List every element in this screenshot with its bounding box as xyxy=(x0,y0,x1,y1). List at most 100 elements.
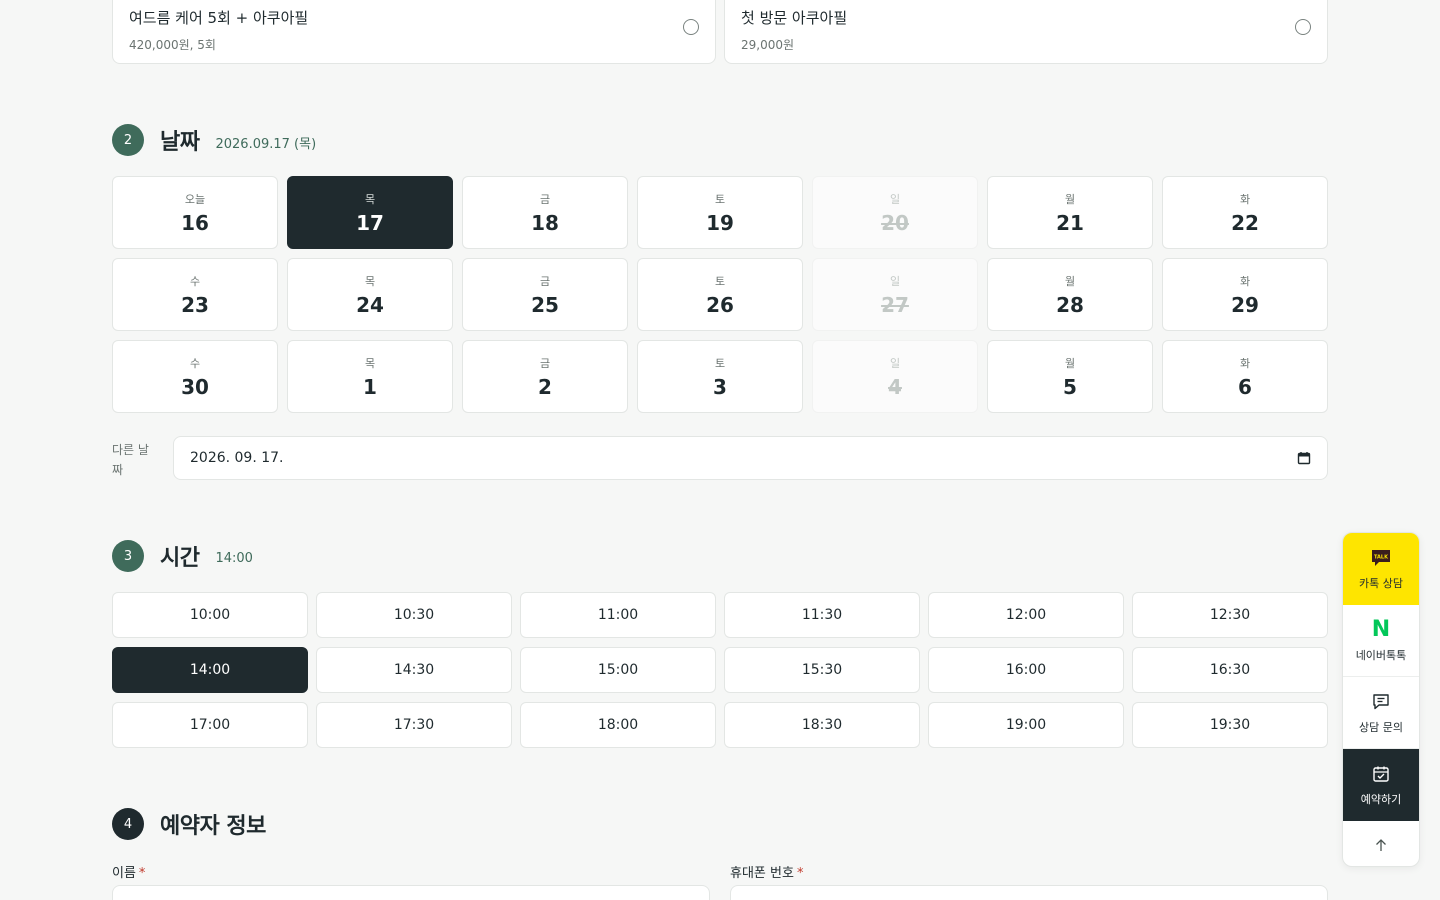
step-number: 4 xyxy=(112,808,144,840)
product-radio[interactable] xyxy=(683,19,699,35)
step-number: 3 xyxy=(112,540,144,572)
kakao-chat-button[interactable]: TALK 카톡 상담 xyxy=(1343,533,1419,605)
arrow-up-icon xyxy=(1370,834,1392,856)
date-cell[interactable]: 토 26 xyxy=(637,258,803,331)
date-cell: 일 20 xyxy=(812,176,978,249)
kakao-talk-icon: TALK xyxy=(1370,547,1392,569)
time-slot[interactable]: 18:00 xyxy=(520,702,716,748)
date-day-number: 6 xyxy=(1238,374,1252,399)
time-slot[interactable]: 15:30 xyxy=(724,647,920,693)
date-weekday: 토 xyxy=(714,192,726,206)
section-title: 예약자 정보 xyxy=(160,814,266,839)
time-slot[interactable]: 14:00 xyxy=(112,647,308,693)
inquiry-label: 상담 문의 xyxy=(1359,720,1403,734)
date-weekday: 목 xyxy=(364,192,376,206)
date-cell: 일4 xyxy=(812,340,978,413)
time-slot[interactable]: 12:00 xyxy=(928,592,1124,638)
date-day-number: 2 xyxy=(538,374,552,399)
scroll-top-button[interactable] xyxy=(1343,821,1419,866)
time-slot[interactable]: 18:30 xyxy=(724,702,920,748)
step-number: 2 xyxy=(112,124,144,156)
date-day-number: 30 xyxy=(181,374,209,399)
time-slot[interactable]: 10:30 xyxy=(316,592,512,638)
date-weekday: 월 xyxy=(1064,192,1076,206)
name-field-label: 이름 * xyxy=(112,862,145,881)
time-slot[interactable]: 19:30 xyxy=(1132,702,1328,748)
product-card-first-visit[interactable]: 첫 방문 아쿠아필 29,000원 xyxy=(724,0,1328,64)
date-day-number: 18 xyxy=(531,210,559,235)
time-slot[interactable]: 11:00 xyxy=(520,592,716,638)
date-day-number: 25 xyxy=(531,292,559,317)
date-weekday: 금 xyxy=(539,356,551,370)
inquiry-button[interactable]: 상담 문의 xyxy=(1343,677,1419,749)
date-day-number: 3 xyxy=(713,374,727,399)
date-day-number: 27 xyxy=(881,292,909,317)
date-weekday: 수 xyxy=(189,356,201,370)
date-day-number: 1 xyxy=(363,374,377,399)
product-radio[interactable] xyxy=(1295,19,1311,35)
phone-field-label: 휴대폰 번호 * xyxy=(730,862,803,881)
time-slot[interactable]: 12:30 xyxy=(1132,592,1328,638)
date-day-number: 4 xyxy=(888,374,902,399)
time-grid: 10:00 10:30 11:00 11:30 12:00 12:30 14:00 14:30… xyxy=(112,592,1328,748)
required-mark: * xyxy=(138,866,146,881)
date-cell[interactable]: 금2 xyxy=(462,340,628,413)
product-options: 여드름 케어 5회 + 아쿠아필 420,000원, 5회 첫 방문 아쿠아필 … xyxy=(112,0,1328,64)
date-cell[interactable]: 목1 xyxy=(287,340,453,413)
name-input[interactable] xyxy=(112,885,710,900)
date-day-number: 28 xyxy=(1056,292,1084,317)
date-cell[interactable]: 금 25 xyxy=(462,258,628,331)
time-slot[interactable]: 15:00 xyxy=(520,647,716,693)
selected-date-text: 2026.09.17 (목) xyxy=(215,136,317,152)
section-title: 날짜 xyxy=(160,130,200,155)
date-cell[interactable]: 화 29 xyxy=(1162,258,1328,331)
date-grid: 오늘 16 목 17 금 18 토 19 일 20 월 21 화 22 수 23 목 24 금 25 토 26 일 27 월 28… xyxy=(112,176,1328,413)
time-section-header: 3 시간 14:00 xyxy=(112,540,253,572)
date-weekday: 토 xyxy=(714,274,726,288)
date-weekday: 토 xyxy=(714,356,726,370)
date-cell[interactable]: 오늘 16 xyxy=(112,176,278,249)
date-cell[interactable]: 화6 xyxy=(1162,340,1328,413)
date-cell[interactable]: 토3 xyxy=(637,340,803,413)
calendar-icon[interactable] xyxy=(1297,451,1311,465)
phone-input[interactable] xyxy=(730,885,1328,900)
date-weekday: 금 xyxy=(539,274,551,288)
date-day-number: 16 xyxy=(181,210,209,235)
time-slot[interactable]: 16:30 xyxy=(1132,647,1328,693)
reserve-button[interactable]: 예약하기 xyxy=(1343,749,1419,821)
date-day-number: 29 xyxy=(1231,292,1259,317)
date-cell[interactable]: 화 22 xyxy=(1162,176,1328,249)
date-cell[interactable]: 월 28 xyxy=(987,258,1153,331)
time-slot[interactable]: 10:00 xyxy=(112,592,308,638)
date-weekday: 월 xyxy=(1064,356,1076,370)
time-slot[interactable]: 17:00 xyxy=(112,702,308,748)
naver-talk-label: 네이버톡톡 xyxy=(1355,648,1407,662)
time-slot[interactable]: 14:30 xyxy=(316,647,512,693)
date-cell[interactable]: 목 17 xyxy=(287,176,453,249)
date-section-header: 2 날짜 2026.09.17 (목) xyxy=(112,124,316,156)
floating-action-bar: TALK 카톡 상담 N 네이버톡톡 상담 문의 예약하기 xyxy=(1342,532,1420,867)
date-cell[interactable]: 월 21 xyxy=(987,176,1153,249)
kakao-badge-text: TALK xyxy=(1374,555,1389,561)
date-cell[interactable]: 금 18 xyxy=(462,176,628,249)
date-cell[interactable]: 목 24 xyxy=(287,258,453,331)
date-day-number: 19 xyxy=(706,210,734,235)
date-day-number: 21 xyxy=(1056,210,1084,235)
time-slot[interactable]: 17:30 xyxy=(316,702,512,748)
date-input-value: 2026. 09. 17. xyxy=(190,450,284,466)
naver-talk-button[interactable]: N 네이버톡톡 xyxy=(1343,605,1419,677)
time-slot[interactable]: 11:30 xyxy=(724,592,920,638)
time-slot[interactable]: 16:00 xyxy=(928,647,1124,693)
date-cell[interactable]: 월5 xyxy=(987,340,1153,413)
kakao-chat-label: 카톡 상담 xyxy=(1359,577,1403,590)
date-cell[interactable]: 토 19 xyxy=(637,176,803,249)
product-card-acne-package[interactable]: 여드름 케어 5회 + 아쿠아필 420,000원, 5회 xyxy=(112,0,716,64)
date-weekday: 화 xyxy=(1239,356,1251,370)
time-slot[interactable]: 19:00 xyxy=(928,702,1124,748)
date-weekday: 일 xyxy=(889,274,901,288)
date-weekday: 오늘 xyxy=(184,192,206,206)
date-cell[interactable]: 수 30 xyxy=(112,340,278,413)
date-cell[interactable]: 수 23 xyxy=(112,258,278,331)
date-weekday: 일 xyxy=(889,192,901,206)
other-date-input[interactable]: 2026. 09. 17. xyxy=(173,436,1328,480)
